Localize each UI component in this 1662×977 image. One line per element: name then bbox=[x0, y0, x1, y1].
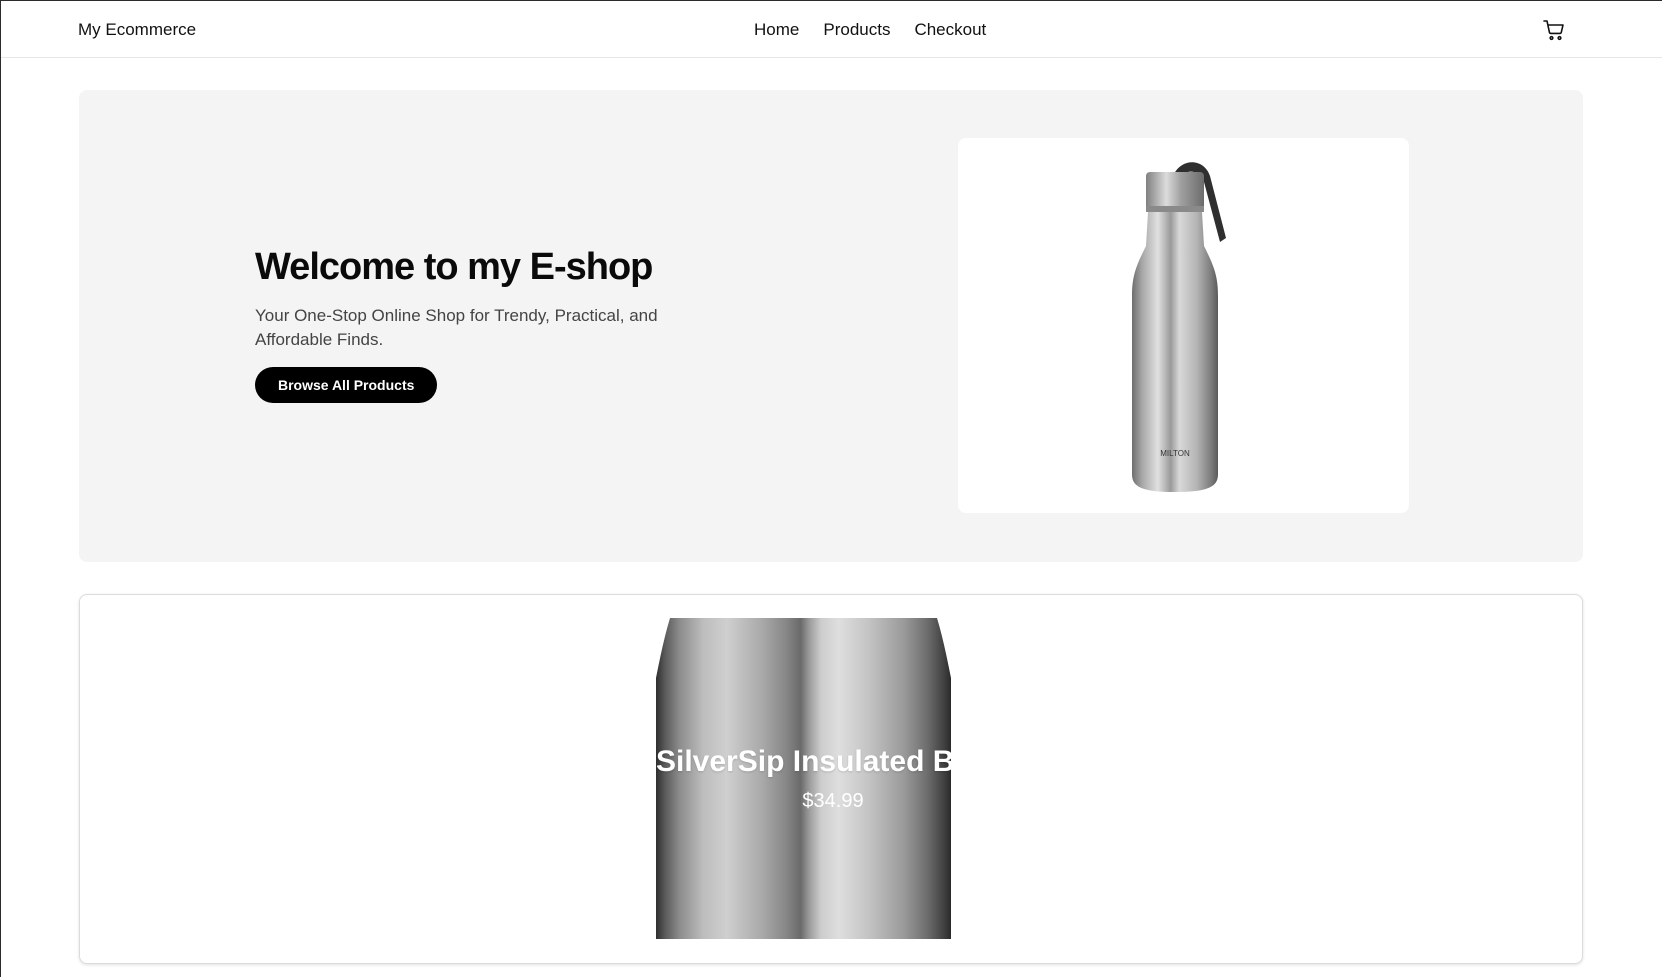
brand-link[interactable]: My Ecommerce bbox=[78, 20, 196, 40]
bottle-shoulder-image bbox=[656, 618, 951, 678]
featured-product-link[interactable]: SilverSip Insulated Bottle $34.99 bbox=[656, 618, 951, 939]
main-nav: Home Products Checkout bbox=[754, 20, 986, 40]
nav-link-checkout[interactable]: Checkout bbox=[914, 20, 986, 40]
nav-link-products[interactable]: Products bbox=[823, 20, 890, 40]
shopping-cart-icon[interactable] bbox=[1542, 18, 1566, 42]
hero-title: Welcome to my E-shop bbox=[255, 246, 653, 288]
hero-subtitle: Your One-Stop Online Shop for Trendy, Pr… bbox=[255, 306, 658, 349]
hero-section: Welcome to my E-shop Your One-Stop Onlin… bbox=[79, 90, 1583, 562]
featured-product-card: SilverSip Insulated Bottle $34.99 bbox=[79, 594, 1583, 964]
page: My Ecommerce Home Products Checkout Welc… bbox=[0, 0, 1662, 977]
product-price: $34.99 bbox=[802, 790, 864, 812]
hero-image-card: MILTON bbox=[958, 138, 1409, 513]
product-name: SilverSip Insulated Bottle bbox=[656, 745, 951, 778]
nav-link-home[interactable]: Home bbox=[754, 20, 799, 40]
navbar: My Ecommerce Home Products Checkout bbox=[1, 1, 1662, 58]
browse-all-products-button[interactable]: Browse All Products bbox=[255, 367, 438, 403]
bottle-image: MILTON bbox=[1131, 161, 1226, 492]
svg-text:MILTON: MILTON bbox=[1160, 449, 1190, 458]
